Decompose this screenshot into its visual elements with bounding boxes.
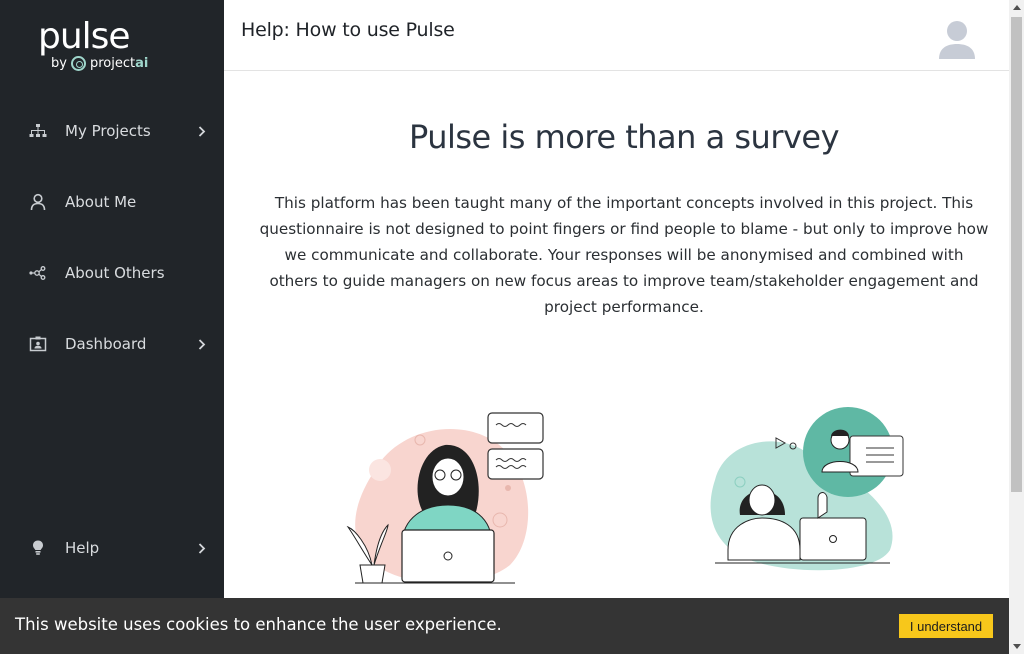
scroll-up-arrow-icon[interactable]: [1009, 0, 1024, 15]
woman-laptop-illustration: [330, 405, 560, 594]
video-call-illustration: [700, 400, 910, 604]
top-header: Help: How to use Pulse: [224, 0, 1009, 71]
cookie-accept-button[interactable]: I understand: [899, 614, 993, 638]
lightbulb-icon: [28, 538, 48, 558]
projectai-logo-icon: [70, 56, 86, 71]
user-icon: [28, 192, 48, 212]
sidebar-item-label: About Others: [65, 264, 165, 282]
cookie-banner: This website uses cookies to enhance the…: [0, 598, 1009, 654]
scroll-thumb[interactable]: [1011, 17, 1022, 492]
sidebar-item-label: Dashboard: [65, 335, 147, 353]
sidebar-item-dashboard[interactable]: Dashboard: [0, 324, 224, 364]
vertical-scrollbar[interactable]: [1009, 0, 1024, 654]
sidebar-item-help[interactable]: Help: [0, 528, 224, 568]
chevron-right-icon: [196, 338, 208, 350]
logo-byline: by projectai: [51, 56, 178, 71]
logo-company: projectai: [90, 56, 148, 71]
sidebar-item-about-me[interactable]: About Me: [0, 182, 224, 222]
cookie-message: This website uses cookies to enhance the…: [15, 615, 502, 634]
logo-company-name: project: [89, 56, 136, 71]
chevron-right-icon: [196, 125, 208, 137]
sitemap-icon: [28, 121, 48, 141]
sidebar-item-my-projects[interactable]: My Projects: [0, 111, 224, 151]
sidebar-item-label: About Me: [65, 193, 137, 211]
network-icon: [28, 263, 48, 283]
id-badge-icon: [28, 334, 48, 354]
chevron-right-icon: [196, 542, 208, 554]
scroll-down-arrow-icon[interactable]: [1009, 639, 1024, 654]
intro-paragraph: This platform has been taught many of th…: [259, 194, 989, 316]
main-heading: Pulse is more than a survey: [408, 118, 840, 156]
sidebar-item-label: Help: [65, 539, 100, 557]
page-title: Help: How to use Pulse: [241, 19, 455, 41]
sidebar: pulse by projectai My Projects About Me …: [0, 0, 224, 654]
pulse-logo[interactable]: pulse by projectai: [38, 18, 178, 71]
logo-by: by: [51, 56, 67, 71]
sidebar-item-label: My Projects: [65, 122, 151, 140]
logo-company-suffix: ai: [135, 56, 149, 71]
logo-wordmark: pulse: [38, 16, 131, 57]
sidebar-item-about-others[interactable]: About Others: [0, 253, 224, 293]
user-avatar-icon[interactable]: [938, 19, 976, 61]
